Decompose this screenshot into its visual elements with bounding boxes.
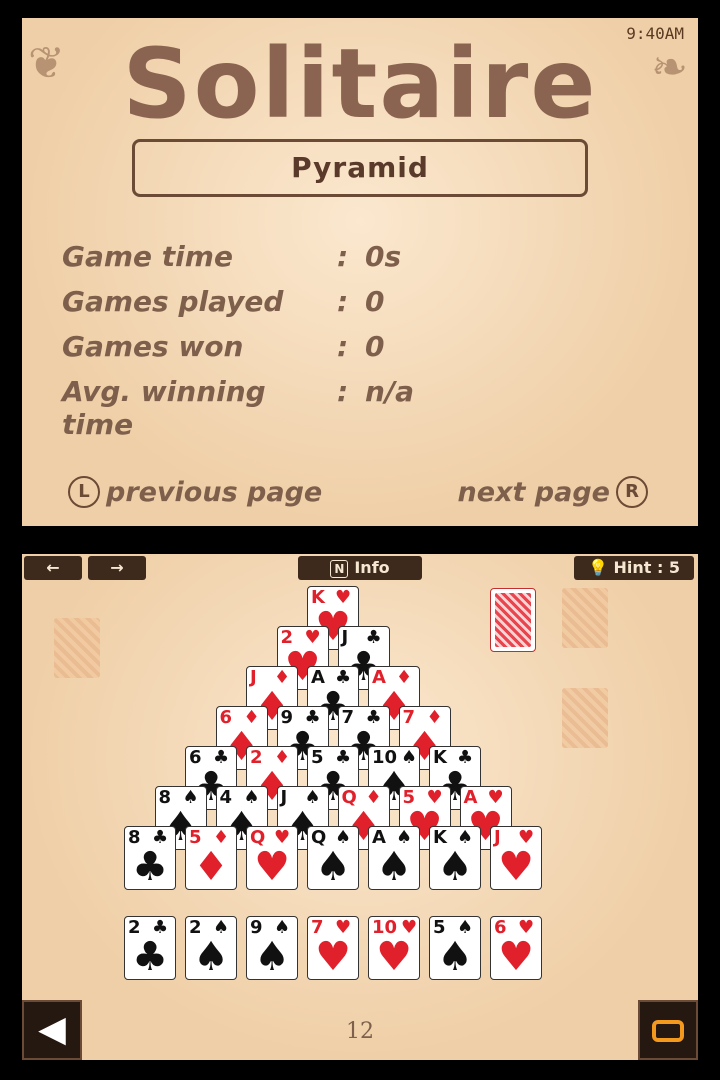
card-suit-icon: ♣: [132, 934, 168, 980]
next-page-label: next page: [457, 476, 610, 508]
playing-card[interactable]: 5 ♠ ♠: [429, 916, 481, 980]
card-suit-icon: ♠: [437, 844, 473, 890]
undo-button[interactable]: ←: [24, 556, 82, 580]
card-suit-icon: ♥: [315, 934, 351, 980]
redo-button[interactable]: →: [88, 556, 146, 580]
card-suit-icon: ♥: [498, 844, 534, 890]
stat-row: Game time : 0s: [62, 240, 414, 285]
playing-card[interactable]: Q ♠ ♠: [307, 826, 359, 890]
card-suit-icon: ♠: [437, 934, 473, 980]
playing-card[interactable]: 6 ♥ ♥: [490, 916, 542, 980]
redo-arrow-icon: →: [110, 558, 124, 577]
waste-pile-slot[interactable]: [562, 588, 608, 648]
lightbulb-icon: 💡: [587, 558, 608, 577]
stat-value: 0: [365, 330, 385, 363]
card-suit-icon: ♥: [254, 844, 290, 890]
playing-card[interactable]: 7 ♥ ♥: [307, 916, 359, 980]
playing-card[interactable]: J ♥ ♥: [490, 826, 542, 890]
playing-card[interactable]: 10 ♥ ♥: [368, 916, 420, 980]
info-label: Info: [354, 558, 390, 577]
info-button[interactable]: N Info: [298, 556, 422, 580]
game-mode: Pyramid: [132, 139, 588, 197]
stat-value: n/a: [365, 375, 415, 408]
discard-pile-slot[interactable]: [54, 618, 100, 678]
l-button-icon: L: [68, 476, 100, 508]
previous-page-label: previous page: [106, 476, 323, 508]
top-screen: ❦ ❧ 9:40AM Solitaire Pyramid Game time :…: [22, 18, 698, 526]
playing-card[interactable]: Q ♥ ♥: [246, 826, 298, 890]
info-badge-icon: N: [330, 560, 349, 578]
playing-card[interactable]: K ♠ ♠: [429, 826, 481, 890]
r-button-icon: R: [616, 476, 648, 508]
playing-card[interactable]: A ♠ ♠: [368, 826, 420, 890]
previous-page-button[interactable]: L previous page: [62, 476, 322, 508]
stat-label: Avg. winning time: [62, 375, 266, 441]
card-suit-icon: ♠: [315, 844, 351, 890]
playing-card[interactable]: 2 ♣ ♣: [124, 916, 176, 980]
card-suit-icon: ♣: [132, 844, 168, 890]
stat-separator: :: [337, 330, 349, 363]
hint-button[interactable]: 💡 Hint : 5: [574, 556, 694, 580]
card-suit-icon: ♠: [376, 844, 412, 890]
card-suit-icon: ♠: [254, 934, 290, 980]
foundation-slot[interactable]: [562, 688, 608, 748]
menu-icon: [652, 1020, 684, 1042]
stat-row: Avg. winning time : n/a: [62, 375, 415, 441]
page-number: 12: [346, 1019, 374, 1044]
playing-card[interactable]: 2 ♠ ♠: [185, 916, 237, 980]
card-suit-icon: ♦: [193, 844, 229, 890]
hint-label: Hint : 5: [613, 558, 681, 577]
game-title: Solitaire: [122, 28, 598, 140]
stat-separator: :: [337, 375, 349, 408]
stat-separator: :: [337, 240, 349, 273]
playing-card[interactable]: 9 ♠ ♠: [246, 916, 298, 980]
card-suit-icon: ♥: [376, 934, 412, 980]
card-back-icon: [495, 593, 531, 647]
stat-label: Games won: [62, 330, 244, 363]
next-page-button[interactable]: next page R: [458, 476, 654, 508]
bottom-screen: ← → N Info 💡 Hint : 5 K ♥ ♥ 2 ♥ ♥ J ♣ ♣ J ♦ ♦ A ♣ ♣ A ♦ ♦ 6…: [22, 554, 698, 1060]
playing-card[interactable]: 8 ♣ ♣: [124, 826, 176, 890]
stat-label: Game time: [62, 240, 233, 273]
playing-card[interactable]: 5 ♦ ♦: [185, 826, 237, 890]
stats-list: Game time : 0s Games played : 0 Games wo…: [62, 240, 415, 441]
stat-row: Games won : 0: [62, 330, 414, 375]
stat-value: 0: [365, 285, 385, 318]
card-suit-icon: ♥: [498, 934, 534, 980]
menu-button[interactable]: [638, 1000, 698, 1060]
stat-separator: :: [337, 285, 349, 318]
undo-arrow-icon: ←: [46, 558, 60, 577]
stat-value: 0s: [365, 240, 402, 273]
card-suit-icon: ♠: [193, 934, 229, 980]
stat-row: Games played : 0: [62, 285, 414, 330]
stock-pile[interactable]: [490, 588, 536, 652]
stat-label: Games played: [62, 285, 284, 318]
